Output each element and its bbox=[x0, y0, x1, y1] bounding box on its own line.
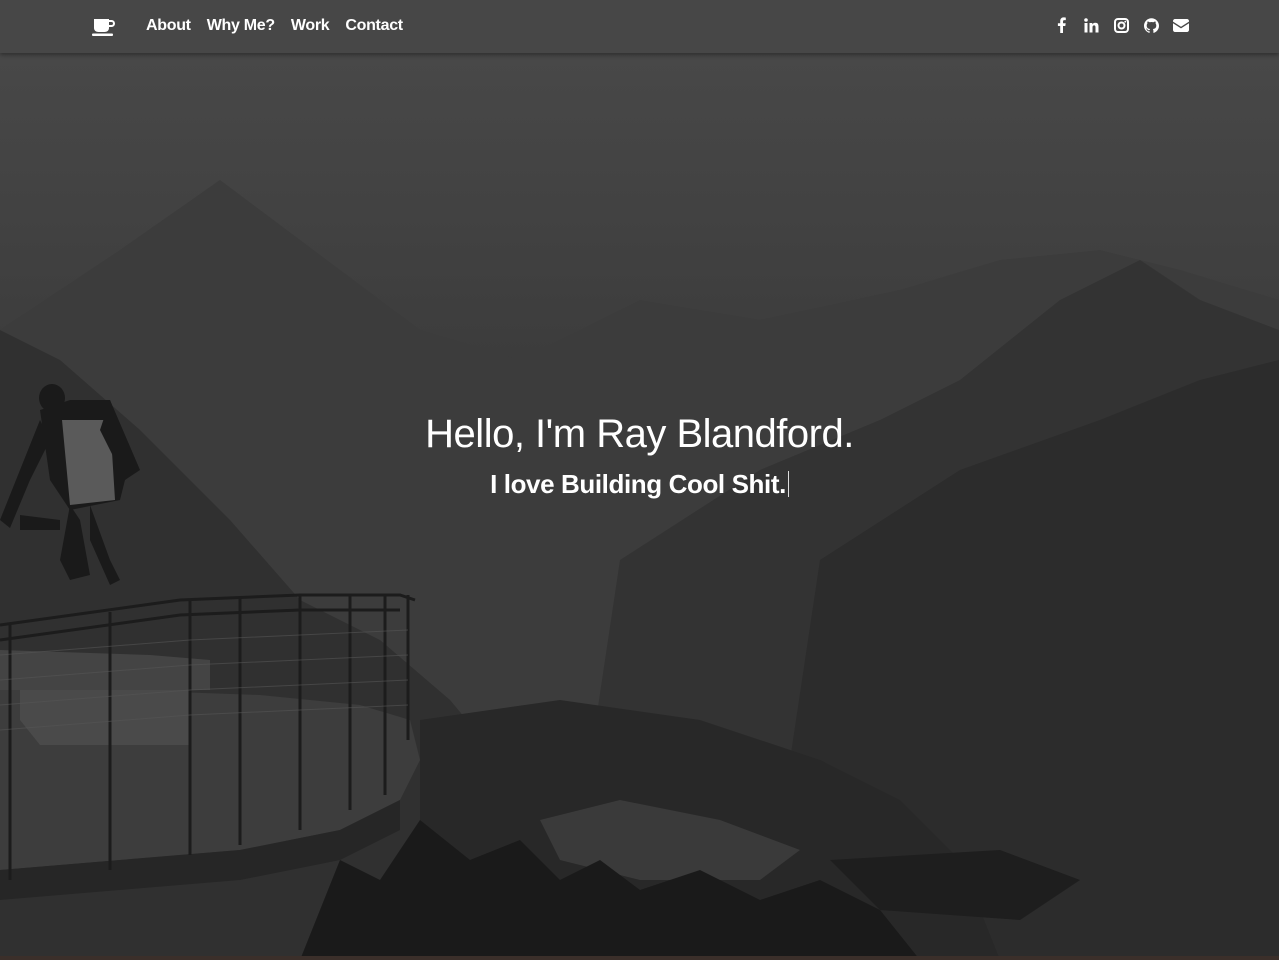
envelope-icon[interactable] bbox=[1173, 16, 1189, 34]
nav-link-work[interactable]: Work bbox=[291, 16, 330, 36]
social-links bbox=[1053, 16, 1189, 34]
nav-links: About Why Me? Work Contact bbox=[146, 16, 403, 36]
facebook-icon[interactable] bbox=[1053, 16, 1069, 34]
top-navbar: About Why Me? Work Contact bbox=[0, 0, 1279, 53]
nav-link-why-me[interactable]: Why Me? bbox=[207, 16, 275, 36]
coffee-cup-icon[interactable] bbox=[92, 17, 116, 37]
instagram-icon[interactable] bbox=[1113, 16, 1129, 34]
linkedin-icon[interactable] bbox=[1083, 16, 1099, 34]
bottom-edge-strip bbox=[0, 956, 1279, 960]
hero-text: Hello, I'm Ray Blandford. I love Buildin… bbox=[0, 408, 1279, 502]
github-icon[interactable] bbox=[1143, 16, 1159, 34]
typing-cursor bbox=[787, 471, 789, 497]
nav-link-contact[interactable]: Contact bbox=[345, 16, 403, 36]
hero-subtitle-text: I love Building Cool Shit. bbox=[490, 469, 786, 499]
nav-link-about[interactable]: About bbox=[146, 16, 191, 36]
hero-title: Hello, I'm Ray Blandford. bbox=[425, 412, 854, 456]
hero-subtitle: I love Building Cool Shit. bbox=[0, 466, 1279, 502]
page: About Why Me? Work Contact Hello, I'm Ra bbox=[0, 0, 1279, 960]
